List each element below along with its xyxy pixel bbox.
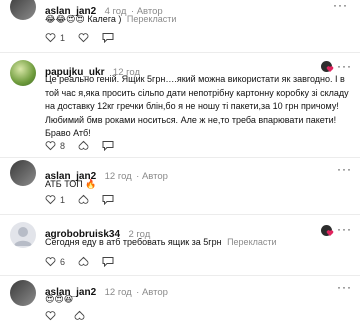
author-badge: Автор — [141, 287, 168, 298]
reply-icon[interactable] — [102, 256, 114, 267]
like-icon[interactable] — [45, 256, 56, 267]
dislike-icon[interactable] — [78, 32, 89, 43]
reply-icon[interactable] — [102, 194, 114, 205]
divider — [0, 275, 360, 276]
comment-emoji: 😍😍😆 — [45, 295, 74, 305]
like-icon[interactable] — [45, 32, 56, 43]
divider — [0, 157, 360, 158]
like-icon[interactable] — [45, 310, 56, 321]
comment-emoji: 😂😂😍😍 — [45, 15, 85, 25]
avatar[interactable] — [10, 160, 36, 186]
reply-icon[interactable] — [102, 32, 114, 43]
like-count: 8 — [60, 140, 66, 151]
like-count: 1 — [60, 32, 66, 43]
reply-icon[interactable] — [102, 140, 114, 151]
more-options-icon[interactable]: ··· — [337, 222, 352, 236]
like-icon[interactable] — [45, 194, 56, 205]
avatar[interactable] — [10, 0, 36, 20]
author-like-badge — [321, 224, 334, 237]
more-options-icon[interactable]: ··· — [333, 0, 348, 12]
dislike-icon[interactable] — [74, 310, 85, 321]
avatar[interactable] — [10, 280, 36, 306]
translate-link[interactable]: Перекласти — [227, 237, 276, 247]
comment-text: Це реально геній. Ящик 5грн….який можна … — [45, 74, 349, 138]
author-like-badge — [321, 60, 334, 73]
like-count: 1 — [60, 194, 66, 205]
like-icon[interactable] — [45, 140, 56, 151]
translate-link[interactable]: Перекласти — [127, 14, 176, 24]
dislike-icon[interactable] — [78, 140, 89, 151]
comment-actions: 1 — [45, 194, 114, 205]
comment-time: 12 год — [104, 171, 132, 182]
comment-actions: 6 — [45, 256, 114, 267]
comment-actions: 8 — [45, 140, 114, 151]
avatar[interactable] — [10, 60, 36, 86]
comment-text: 😂😂😍😍 Калега ) Перекласти — [45, 14, 177, 25]
comment-text: АТБ ТОП 🔥 — [45, 179, 97, 190]
divider — [0, 214, 360, 215]
dislike-icon[interactable] — [78, 194, 89, 205]
heart-icon — [326, 66, 334, 72]
more-options-icon[interactable]: ··· — [337, 280, 352, 294]
more-options-icon[interactable]: ··· — [337, 162, 352, 176]
comment-actions — [45, 310, 85, 321]
fire-emoji: 🔥 — [85, 180, 97, 190]
more-options-icon[interactable]: ··· — [337, 59, 352, 73]
like-count: 6 — [60, 256, 66, 267]
comment-time: 12 год — [104, 287, 132, 298]
avatar-default-icon[interactable] — [10, 222, 36, 248]
heart-icon — [326, 230, 334, 236]
divider — [0, 52, 360, 53]
dislike-icon[interactable] — [78, 256, 89, 267]
comment-text: Сегодня еду в атб требовать ящик за 5грн… — [45, 237, 277, 247]
comment-actions: 1 — [45, 32, 114, 43]
author-badge: Автор — [141, 171, 168, 182]
